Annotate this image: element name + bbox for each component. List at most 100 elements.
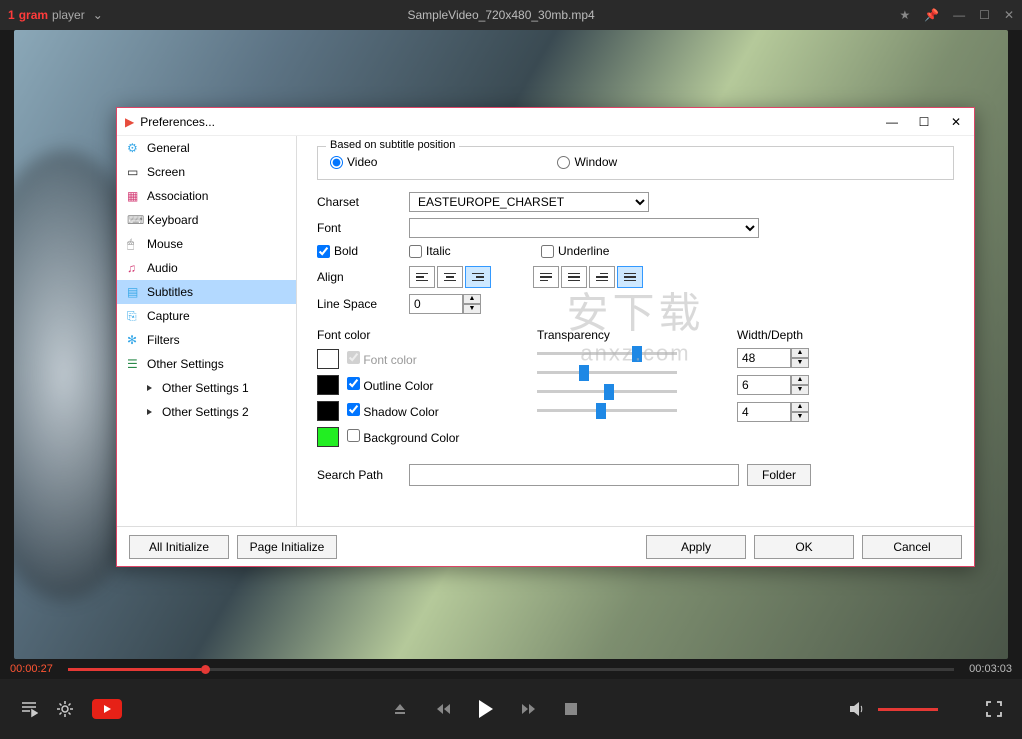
apply-button[interactable]: Apply [646,535,746,559]
time-elapsed: 00:00:27 [10,663,60,675]
color-checkbox[interactable]: Shadow Color [347,403,439,419]
width-spinner[interactable]: ▲▼ [737,375,811,395]
dialog-minimize-icon[interactable]: — [882,115,902,129]
color-swatch[interactable] [317,401,339,421]
window-actions: ★ 📌 — ☐ ✕ [899,8,1014,22]
color-checkbox[interactable]: Font color [347,351,417,367]
expand-icon [147,409,152,415]
charset-select[interactable]: EASTEUROPE_CHARSET [409,192,649,212]
sidebar-item-capture[interactable]: ⎘Capture [117,304,296,328]
color-swatch[interactable] [317,375,339,395]
radio-video[interactable]: Video [330,155,377,169]
playlist-icon[interactable] [20,700,38,718]
dialog-close-icon[interactable]: ✕ [946,115,966,129]
dialog-maximize-icon[interactable]: ☐ [914,115,934,129]
dialog-title: Preferences... [140,115,882,129]
transparency-slider[interactable] [537,409,677,412]
next-icon[interactable] [521,702,537,716]
maximize-icon[interactable]: ☐ [979,8,990,22]
radio-window[interactable]: Window [557,155,617,169]
transparency-slider[interactable] [537,352,677,355]
valign-4-button[interactable] [617,266,643,288]
align-right-button[interactable] [465,266,491,288]
sidebar-item-other-settings[interactable]: ☰Other Settings [117,352,296,376]
valign-3-button[interactable] [589,266,615,288]
searchpath-input[interactable] [409,464,739,486]
play-button[interactable] [479,700,493,718]
volume-slider[interactable] [878,708,938,711]
sidebar-item-filters[interactable]: ✻Filters [117,328,296,352]
sidebar-item-screen[interactable]: ▭Screen [117,160,296,184]
sidebar-subitem[interactable]: Other Settings 2 [117,400,296,424]
transparency-slider[interactable] [537,371,677,374]
volume-icon[interactable] [848,701,864,717]
sidebar-item-mouse[interactable]: 🖱Mouse [117,232,296,256]
transparency-slider[interactable] [537,390,677,393]
favorite-icon[interactable]: ★ [899,8,910,22]
font-select[interactable] [409,218,759,238]
minimize-icon[interactable]: — [953,8,965,22]
sidebar-label: Keyboard [147,213,198,227]
close-icon[interactable]: ✕ [1004,8,1014,22]
cancel-button[interactable]: Cancel [862,535,962,559]
sidebar-label: General [147,141,190,155]
width-header: Width/Depth [737,328,857,342]
sidebar-item-association[interactable]: ▦Association [117,184,296,208]
seek-bar[interactable] [68,668,954,671]
underline-checkbox[interactable]: Underline [541,244,673,258]
fullscreen-icon[interactable] [986,701,1002,717]
stop-icon[interactable] [565,703,577,715]
all-initialize-button[interactable]: All Initialize [129,535,229,559]
sidebar-label: Screen [147,165,185,179]
linespace-spinner[interactable]: ▲▼ [409,294,483,314]
sidebar-label: Subtitles [147,285,193,299]
align-center-button[interactable] [437,266,463,288]
dialog-titlebar: ▶ Preferences... — ☐ ✕ [117,108,974,136]
width-spinner[interactable]: ▲▼ [737,348,811,368]
youtube-button[interactable] [92,699,122,719]
valign-2-button[interactable] [561,266,587,288]
ok-button[interactable]: OK [754,535,854,559]
width-spinner[interactable]: ▲▼ [737,402,811,422]
app-titlebar: 1 gram player ⌄ SampleVideo_720x480_30mb.… [0,0,1022,30]
progress-row: 00:00:27 00:03:03 [0,659,1022,679]
searchpath-label: Search Path [317,468,401,482]
align-label: Align [317,270,409,284]
window-title: SampleVideo_720x480_30mb.mp4 [103,8,900,22]
sidebar-subitem[interactable]: Other Settings 1 [117,376,296,400]
sidebar-label: Mouse [147,237,183,251]
bold-checkbox[interactable]: Bold [317,244,409,258]
sidebar-icon: ⌨ [127,213,141,227]
prev-icon[interactable] [435,702,451,716]
eject-icon[interactable] [393,702,407,716]
folder-button[interactable]: Folder [747,464,811,486]
color-swatch[interactable] [317,349,339,369]
menu-dropdown-icon[interactable]: ⌄ [93,8,103,22]
color-swatch[interactable] [317,427,339,447]
italic-checkbox[interactable]: Italic [409,244,541,258]
preferences-dialog: ▶ Preferences... — ☐ ✕ ⚙ General ▭Screen▦A… [116,107,975,567]
logo-mark: 1 [8,8,15,22]
sidebar-item-general[interactable]: ⚙ General [117,136,296,160]
color-checkbox[interactable]: Background Color [347,429,459,445]
valign-1-button[interactable] [533,266,559,288]
logo-text-2: player [52,8,85,22]
logo-text-1: gram [19,8,48,22]
sidebar-icon: ⚙ [127,141,141,155]
spin-up[interactable]: ▲ [463,294,481,304]
sidebar-item-subtitles[interactable]: ▤Subtitles [117,280,296,304]
sidebar-icon: ⎘ [127,309,141,323]
pin-icon[interactable]: 📌 [924,8,939,22]
halign-group [409,266,493,288]
sidebar-item-keyboard[interactable]: ⌨ Keyboard [117,208,296,232]
page-initialize-button[interactable]: Page Initialize [237,535,337,559]
color-checkbox[interactable]: Outline Color [347,377,433,393]
player-controls [0,679,1022,739]
sidebar-label: Association [147,189,208,203]
settings-icon[interactable] [56,700,74,718]
font-label: Font [317,221,409,235]
align-left-button[interactable] [409,266,435,288]
app-logo: 1 gram player [8,8,85,22]
sidebar-item-audio[interactable]: ♫Audio [117,256,296,280]
spin-down[interactable]: ▼ [463,304,481,314]
